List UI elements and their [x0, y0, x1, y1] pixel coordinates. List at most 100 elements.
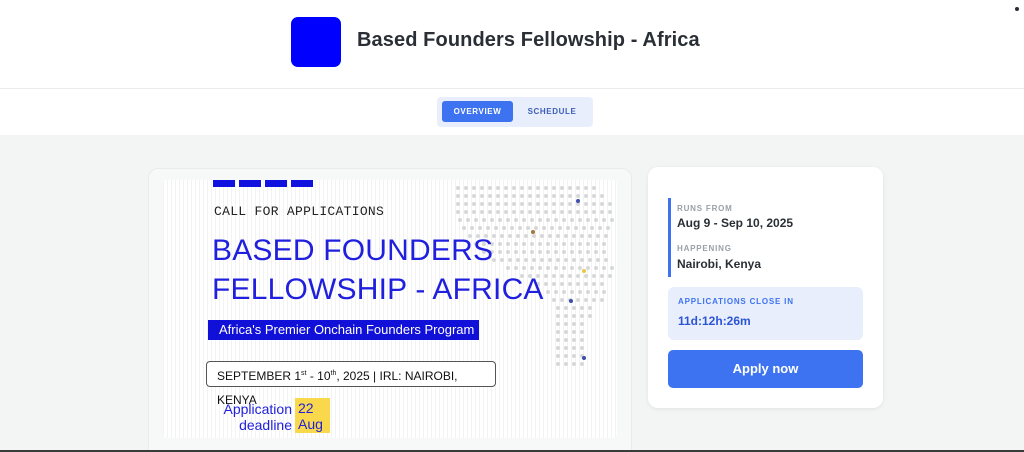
map-dot: [554, 218, 558, 222]
map-dot: [552, 210, 556, 214]
applications-close-label: APPLICATIONS CLOSE IN: [678, 297, 794, 306]
map-dot: [564, 306, 568, 310]
map-dot: [538, 266, 542, 270]
map-dot: [480, 202, 484, 206]
map-marker-dot: [582, 356, 586, 360]
map-dot: [488, 202, 492, 206]
map-dot: [556, 362, 560, 366]
map-dot: [586, 218, 590, 222]
map-dot: [564, 258, 568, 262]
apply-now-button[interactable]: Apply now: [668, 350, 863, 388]
map-dot: [560, 282, 564, 286]
map-dot: [514, 218, 518, 222]
map-dot: [514, 250, 518, 254]
map-dot: [594, 250, 598, 254]
map-dot: [486, 226, 490, 230]
map-dot: [496, 202, 500, 206]
map-dot: [606, 226, 610, 230]
map-dot: [518, 226, 522, 230]
map-dot: [588, 258, 592, 262]
map-dot: [600, 282, 604, 286]
map-dot: [544, 274, 548, 278]
map-dot: [516, 258, 520, 262]
tab-overview[interactable]: OVERVIEW: [442, 101, 513, 122]
map-dot: [512, 210, 516, 214]
map-dot: [520, 194, 524, 198]
map-dot: [554, 242, 558, 246]
map-dot: [520, 202, 524, 206]
map-dot: [584, 186, 588, 190]
map-dot: [584, 274, 588, 278]
map-dot: [608, 210, 612, 214]
menu-dot-icon[interactable]: [1015, 7, 1019, 11]
map-dot: [560, 194, 564, 198]
map-dot: [582, 226, 586, 230]
deadline-date-badge: 22 Aug: [295, 398, 330, 433]
map-dot: [608, 274, 612, 278]
map-dot: [532, 234, 536, 238]
map-dot: [542, 226, 546, 230]
map-dot: [592, 282, 596, 286]
banner-accent-bars: [213, 180, 315, 187]
map-dot: [504, 194, 508, 198]
map-dot: [592, 274, 596, 278]
map-dot: [528, 194, 532, 198]
map-dot: [572, 314, 576, 318]
map-dot: [552, 194, 556, 198]
map-dot: [538, 250, 542, 254]
map-dot: [538, 242, 542, 246]
map-dot: [572, 354, 576, 358]
map-dot: [586, 266, 590, 270]
map-dot: [496, 186, 500, 190]
map-dot: [554, 250, 558, 254]
map-dot: [534, 226, 538, 230]
map-dot: [576, 194, 580, 198]
map-dot: [564, 330, 568, 334]
map-dot: [594, 266, 598, 270]
map-dot: [562, 218, 566, 222]
map-dot: [480, 186, 484, 190]
map-dot: [584, 298, 588, 302]
map-marker-dot: [531, 230, 535, 234]
map-dot: [546, 218, 550, 222]
happening-value: Nairobi, Kenya: [677, 257, 762, 271]
map-dot: [590, 226, 594, 230]
map-dot: [530, 218, 534, 222]
map-dot: [558, 226, 562, 230]
map-dot: [572, 362, 576, 366]
tab-group: OVERVIEW SCHEDULE: [437, 97, 593, 127]
map-dot: [464, 202, 468, 206]
map-dot: [560, 274, 564, 278]
map-dot: [600, 274, 604, 278]
map-dot: [562, 266, 566, 270]
happening-label: HAPPENING: [677, 244, 732, 253]
dates-start: SEPTEMBER 1: [217, 369, 302, 383]
map-dot: [610, 218, 614, 222]
deadline-day: 22: [298, 400, 314, 416]
map-dot: [498, 218, 502, 222]
map-dot: [584, 282, 588, 286]
map-dot: [536, 186, 540, 190]
map-dot: [586, 290, 590, 294]
banner-title-line-1: BASED FOUNDERS: [212, 234, 494, 267]
map-dot: [580, 346, 584, 350]
map-dot: [570, 218, 574, 222]
map-dot: [506, 218, 510, 222]
runs-from-label: RUNS FROM: [677, 204, 733, 213]
map-dot: [568, 282, 572, 286]
map-dot: [588, 234, 592, 238]
map-dot: [480, 210, 484, 214]
map-dot: [556, 234, 560, 238]
map-dot: [478, 226, 482, 230]
map-dot: [512, 186, 516, 190]
map-dot: [498, 250, 502, 254]
map-dot: [556, 306, 560, 310]
map-dot: [592, 186, 596, 190]
map-dot: [456, 194, 460, 198]
map-dot: [602, 266, 606, 270]
map-dot: [594, 218, 598, 222]
map-dot: [578, 218, 582, 222]
banner-kicker: CALL FOR APPLICATIONS: [214, 204, 385, 219]
map-dot: [580, 234, 584, 238]
tab-schedule[interactable]: SCHEDULE: [517, 101, 587, 122]
